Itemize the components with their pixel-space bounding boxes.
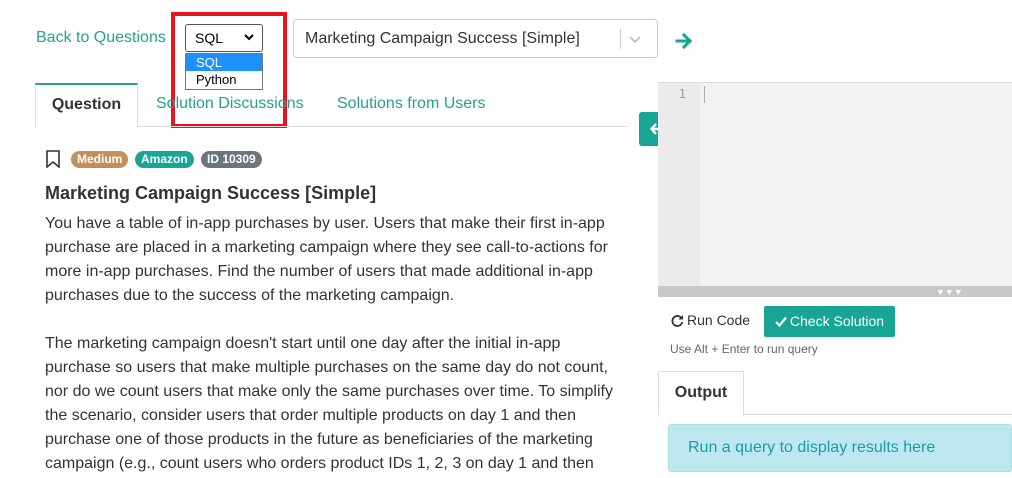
language-select-value: SQL xyxy=(195,30,224,46)
code-editor[interactable]: 1 ▼▼▼ xyxy=(658,82,1012,297)
tab-solution-discussions[interactable]: Solution Discussions xyxy=(156,83,304,127)
bookmark-icon[interactable] xyxy=(45,150,61,168)
question-paragraph: The marketing campaign doesn't start unt… xyxy=(45,335,613,472)
tab-output[interactable]: Output xyxy=(658,371,744,416)
back-to-questions-link[interactable]: Back to Questions xyxy=(36,29,166,47)
check-solution-label: Check Solution xyxy=(789,313,885,329)
question-tabs: Question Solution Discussions Solutions … xyxy=(35,83,628,128)
refresh-icon xyxy=(671,315,684,327)
language-option-sql[interactable]: SQL xyxy=(186,54,262,71)
tab-question[interactable]: Question xyxy=(35,83,138,128)
chevron-down-icon[interactable] xyxy=(627,31,643,47)
question-title: Marketing Campaign Success [Simple] xyxy=(45,183,377,203)
question-id-badge: ID 10309 xyxy=(201,151,262,168)
language-select[interactable]: SQL xyxy=(185,24,263,52)
question-select-value: Marketing Campaign Success [Simple] xyxy=(305,30,580,47)
arrow-right-icon[interactable] xyxy=(675,31,695,51)
run-code-button[interactable]: Run Code xyxy=(671,312,750,328)
output-placeholder-message: Run a query to display results here xyxy=(668,424,1012,472)
text-cursor xyxy=(704,86,705,103)
run-code-label: Run Code xyxy=(687,312,751,328)
select-separator xyxy=(620,29,621,49)
tab-solutions-from-users[interactable]: Solutions from Users xyxy=(337,83,486,127)
output-tabs: Output xyxy=(658,371,1012,416)
editor-resize-handle[interactable]: ▼▼▼ xyxy=(658,286,1012,297)
run-shortcut-hint: Use Alt + Enter to run query xyxy=(670,342,818,356)
chevron-down-icon xyxy=(244,34,254,41)
check-icon xyxy=(775,316,787,328)
company-badge[interactable]: Amazon xyxy=(135,151,194,168)
line-number: 1 xyxy=(678,87,686,101)
resize-grip-icon: ▼▼▼ xyxy=(936,287,963,297)
question-select[interactable]: Marketing Campaign Success [Simple] xyxy=(293,19,658,58)
difficulty-badge: Medium xyxy=(71,151,129,168)
editor-gutter: 1 xyxy=(658,83,700,286)
check-solution-button[interactable]: Check Solution xyxy=(764,306,895,337)
question-paragraph: You have a table of in-app purchases by … xyxy=(45,215,608,304)
